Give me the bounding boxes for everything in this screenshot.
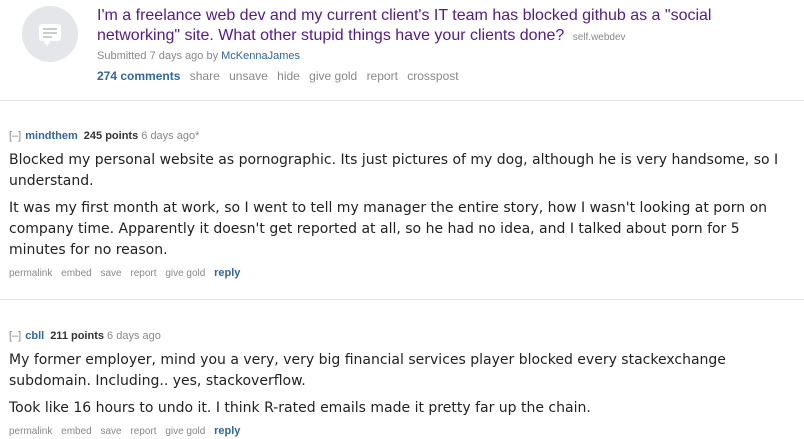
collapse-toggle[interactable]: [–] [9, 130, 21, 142]
report-button[interactable]: report [367, 69, 398, 83]
comment-time: 6 days ago* [141, 130, 200, 142]
comment-paragraph: It was my first month at work, so I went… [9, 200, 768, 258]
reply-button[interactable]: reply [214, 267, 240, 279]
crosspost-button[interactable]: crosspost [407, 69, 458, 83]
report-button[interactable]: report [130, 426, 156, 437]
post-action-buttons: 274 comments share unsave hide give gold… [97, 69, 465, 83]
give-gold-button[interactable]: give gold [165, 268, 205, 279]
comment-paragraph: My former employer, mind you a very, ver… [9, 352, 726, 389]
comment: [–] cbll 211 points 6 days ago My former e… [9, 328, 799, 437]
report-button[interactable]: report [130, 268, 156, 279]
comment-paragraph: Blocked my personal website as pornograp… [9, 152, 779, 189]
section-divider [0, 299, 804, 300]
give-gold-button[interactable]: give gold [309, 69, 357, 83]
comment-score: 211 points [50, 330, 104, 342]
comment-tagline: [–] cbll 211 points 6 days ago [9, 328, 799, 344]
comment-action-buttons: permalink embed save report give gold re… [9, 425, 799, 437]
comments-link[interactable]: 274 comments [97, 69, 180, 83]
embed-button[interactable]: embed [61, 268, 92, 279]
section-divider [0, 100, 804, 101]
post-tagline: Submitted 7 days ago by McKennaJames [97, 50, 300, 62]
collapse-toggle[interactable]: [–] [9, 330, 21, 342]
give-gold-button[interactable]: give gold [165, 426, 205, 437]
permalink-button[interactable]: permalink [9, 268, 52, 279]
post-domain[interactable]: self.webdev [573, 32, 626, 43]
comment-bubble-icon [39, 24, 61, 46]
comment-time: 6 days ago [107, 330, 161, 342]
unsave-button[interactable]: unsave [229, 69, 268, 83]
share-button[interactable]: share [190, 69, 220, 83]
permalink-button[interactable]: permalink [9, 426, 52, 437]
comment-tagline: [–] mindthem 245 points 6 days ago* [9, 128, 799, 144]
comment-paragraph: Took like 16 hours to undo it. I think R… [9, 400, 591, 416]
comment-body: Blocked my personal website as pornograp… [9, 150, 799, 261]
post-author-link[interactable]: McKennaJames [221, 50, 300, 62]
reply-button[interactable]: reply [214, 425, 240, 437]
save-button[interactable]: save [101, 268, 122, 279]
comment-action-buttons: permalink embed save report give gold re… [9, 267, 799, 279]
hide-button[interactable]: hide [277, 69, 300, 83]
comment-author-link[interactable]: cbll [25, 330, 44, 342]
embed-button[interactable]: embed [61, 426, 92, 437]
comment: [–] mindthem 245 points 6 days ago* Blocke… [9, 128, 799, 279]
post-title-block: I'm a freelance web dev and my current c… [97, 6, 797, 48]
save-button[interactable]: save [101, 426, 122, 437]
self-post-thumbnail[interactable] [22, 6, 78, 62]
comment-body: My former employer, mind you a very, ver… [9, 350, 799, 419]
submitted-text: Submitted 7 days ago by [97, 50, 219, 62]
comment-score: 245 points [83, 130, 139, 142]
comment-author-link[interactable]: mindthem [25, 130, 78, 142]
post-header: I'm a freelance web dev and my current c… [0, 0, 804, 100]
